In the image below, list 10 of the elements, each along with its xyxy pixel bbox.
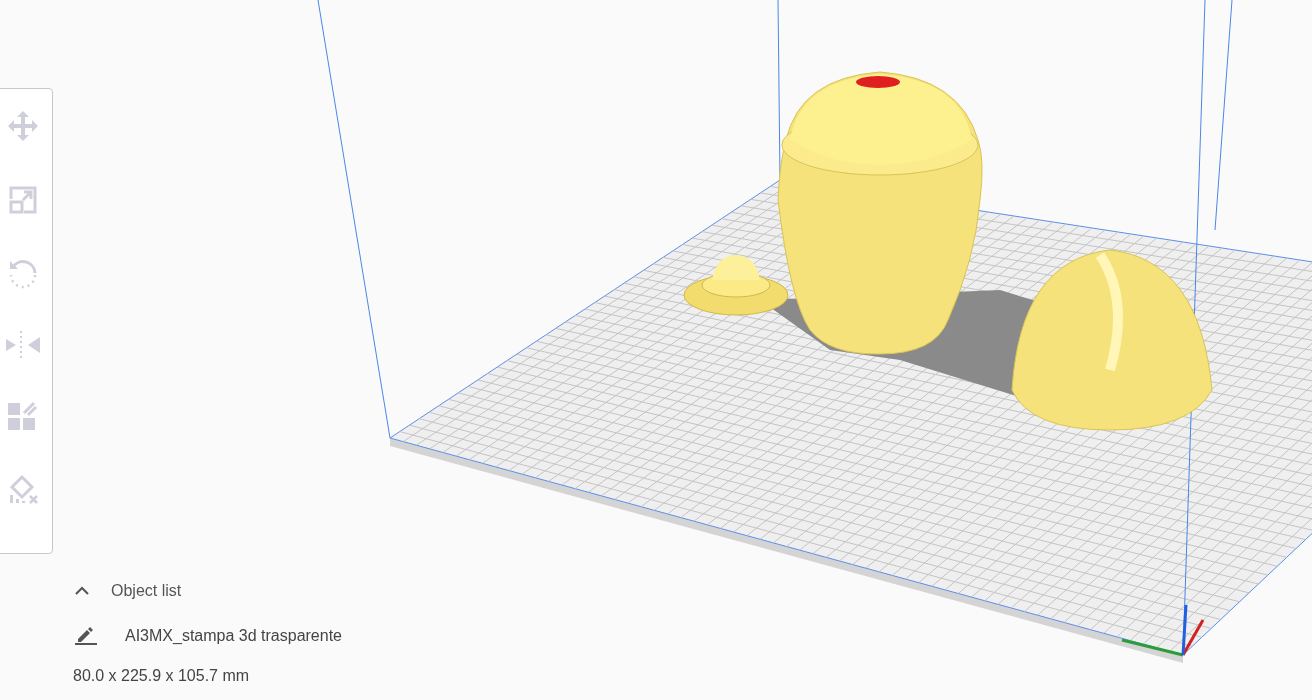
- object-dimensions: 80.0 x 225.9 x 105.7 mm: [73, 666, 251, 686]
- rotate-icon[interactable]: [8, 257, 38, 289]
- mirror-icon[interactable]: [6, 331, 40, 359]
- grid-icon[interactable]: [8, 401, 38, 431]
- support-blocker-icon[interactable]: [8, 473, 40, 505]
- object-name: AI3MX_stampa 3d trasparente: [125, 626, 342, 646]
- move-icon[interactable]: [6, 109, 40, 143]
- scale-icon[interactable]: [8, 185, 38, 215]
- object-list-toggle[interactable]: Object list: [75, 580, 342, 602]
- edit-icon[interactable]: [75, 626, 97, 646]
